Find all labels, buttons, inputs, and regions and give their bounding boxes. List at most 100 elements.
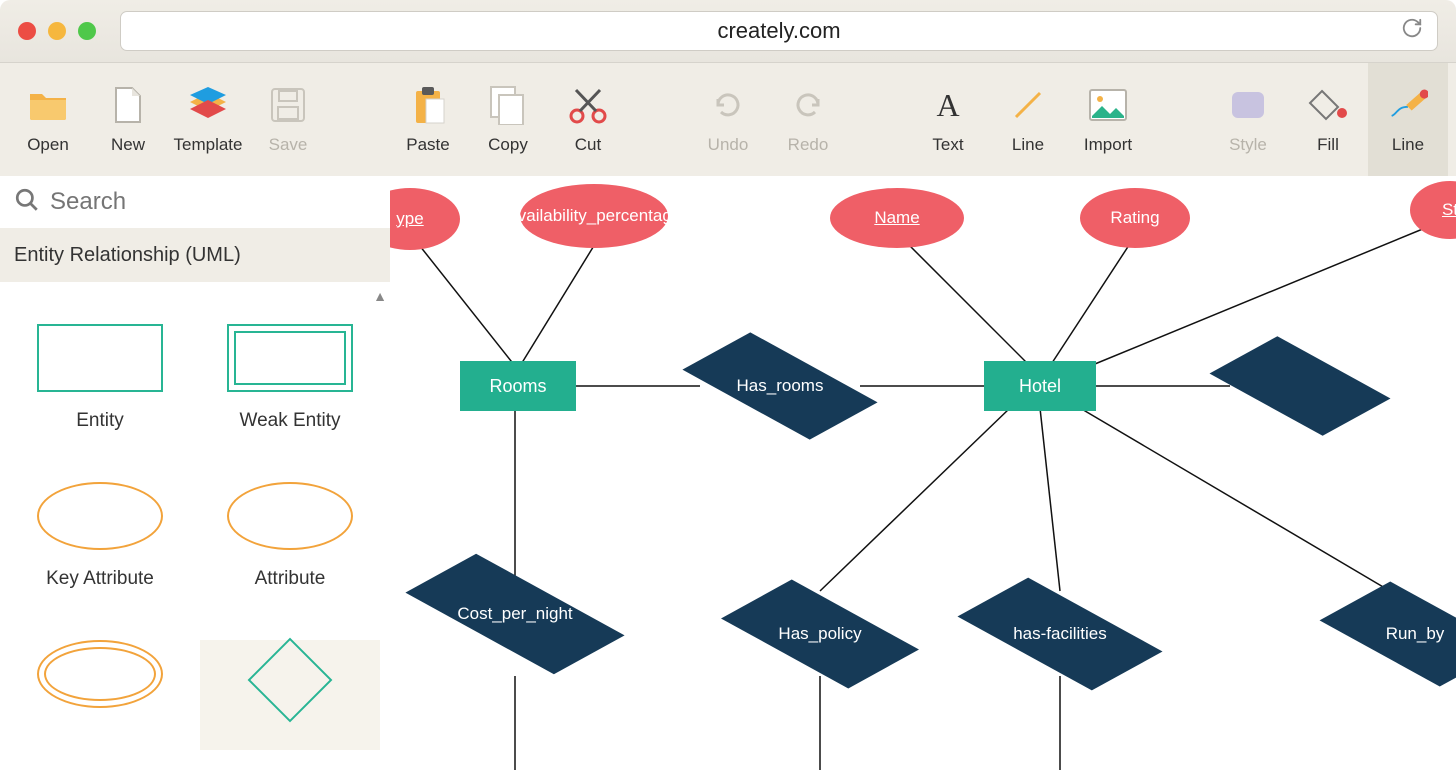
attr-label: ype [396, 210, 423, 229]
main-toolbar: Open New Template Save Paste Copy C [0, 63, 1456, 176]
undo-icon [708, 85, 748, 125]
copy-icon [488, 85, 528, 125]
paste-button[interactable]: Paste [388, 63, 468, 176]
shape-relationship[interactable] [200, 640, 380, 750]
fill-icon [1308, 85, 1348, 125]
style-icon [1228, 85, 1268, 125]
redo-label: Redo [788, 135, 829, 155]
new-file-icon [108, 85, 148, 125]
shape-attribute[interactable]: Attribute [200, 482, 380, 620]
rel-label: Run_by [1386, 624, 1445, 644]
address-bar-text: creately.com [717, 18, 840, 44]
save-icon [268, 85, 308, 125]
redo-icon [788, 85, 828, 125]
copy-label: Copy [488, 135, 528, 155]
undo-label: Undo [708, 135, 749, 155]
library-title: Entity Relationship (UML) [14, 244, 241, 267]
open-button[interactable]: Open [8, 63, 88, 176]
address-bar[interactable]: creately.com [120, 11, 1438, 51]
fill-button[interactable]: Fill [1288, 63, 1368, 176]
relationship-diamond-icon [250, 640, 330, 720]
save-button[interactable]: Save [248, 63, 328, 176]
shapes-grid: Entity Weak Entity Key Attribute Attribu… [0, 304, 390, 770]
relationship-has-rooms[interactable]: Has_rooms [690, 338, 870, 434]
scroll-up-arrow[interactable]: ▲ [372, 288, 388, 304]
attribute-rating[interactable]: Rating [1080, 188, 1190, 248]
attr-label: St [1442, 201, 1456, 220]
template-button[interactable]: Template [168, 63, 248, 176]
attr-label: Name [874, 209, 919, 228]
line-icon [1008, 85, 1048, 125]
maximize-window-button[interactable] [78, 22, 96, 40]
shape-weak-entity[interactable]: Weak Entity [200, 324, 380, 462]
import-button[interactable]: Import [1068, 63, 1148, 176]
relationship-has-policy[interactable]: Has_policy [730, 584, 910, 684]
line-style-label: Line [1392, 135, 1424, 155]
line-label: Line [1012, 135, 1044, 155]
new-button[interactable]: New [88, 63, 168, 176]
entity-rect-icon [37, 324, 163, 392]
text-label: Text [932, 135, 963, 155]
relationship-has-facilities[interactable]: has-facilities [965, 584, 1155, 684]
window-controls [18, 22, 96, 40]
pencil-line-icon [1388, 85, 1428, 125]
shape-label: Key Attribute [46, 568, 154, 590]
template-label: Template [174, 135, 243, 155]
workspace: Entity Relationship (UML) ▲ Entity Weak … [0, 176, 1456, 770]
style-label: Style [1229, 135, 1267, 155]
relationship-run-by[interactable]: Run_by [1330, 584, 1456, 684]
redo-button[interactable]: Redo [768, 63, 848, 176]
undo-button[interactable]: Undo [688, 63, 768, 176]
attribute-type[interactable]: ype [390, 188, 460, 250]
entity-label: Rooms [489, 376, 546, 397]
paste-icon [408, 85, 448, 125]
entity-rooms[interactable]: Rooms [460, 361, 576, 411]
shapes-panel: Entity Relationship (UML) ▲ Entity Weak … [0, 176, 390, 770]
entity-label: Hotel [1019, 376, 1061, 397]
line-tool-button[interactable]: Line [988, 63, 1068, 176]
scissors-icon [568, 85, 608, 125]
shape-search-row [0, 176, 390, 228]
shape-multivalued-attribute[interactable] [10, 640, 190, 750]
shape-search-input[interactable] [50, 188, 376, 216]
reload-icon[interactable] [1401, 17, 1423, 45]
attribute-availability[interactable]: Availability_percentage [520, 184, 668, 248]
attribute-name[interactable]: Name [830, 188, 964, 248]
new-label: New [111, 135, 145, 155]
import-label: Import [1084, 135, 1132, 155]
copy-button[interactable]: Copy [468, 63, 548, 176]
rel-label: Cost_per_night [457, 604, 572, 624]
template-icon [188, 85, 228, 125]
rel-label: has-facilities [1013, 624, 1107, 644]
browser-chrome: creately.com [0, 0, 1456, 63]
line-style-button[interactable]: Line [1368, 63, 1448, 176]
open-label: Open [27, 135, 69, 155]
shape-label: Attribute [255, 568, 326, 590]
relationship-is-at[interactable] [1220, 338, 1380, 434]
attribute-st[interactable]: St [1410, 181, 1456, 239]
style-button[interactable]: Style [1208, 63, 1288, 176]
rel-label: Has_policy [778, 624, 861, 644]
cut-label: Cut [575, 135, 601, 155]
entity-hotel[interactable]: Hotel [984, 361, 1096, 411]
attribute-ellipse-icon [227, 482, 353, 550]
minimize-window-button[interactable] [48, 22, 66, 40]
text-icon: A [928, 85, 968, 125]
shape-key-attribute[interactable]: Key Attribute [10, 482, 190, 620]
connector-lines [390, 176, 1456, 770]
attr-label: Rating [1110, 209, 1159, 228]
close-window-button[interactable] [18, 22, 36, 40]
save-label: Save [269, 135, 308, 155]
text-tool-button[interactable]: A Text [908, 63, 988, 176]
attr-label: Availability_percentage [507, 207, 682, 226]
shape-label: Entity [76, 410, 124, 432]
shape-entity[interactable]: Entity [10, 324, 190, 462]
key-attribute-ellipse-icon [37, 482, 163, 550]
rel-label: Has_rooms [737, 376, 824, 396]
diagram-canvas[interactable]: ype Availability_percentage Name Rating … [390, 176, 1456, 770]
relationship-cost-per-night[interactable]: Cost_per_night [410, 564, 620, 664]
shape-library-header[interactable]: Entity Relationship (UML) [0, 228, 390, 282]
cut-button[interactable]: Cut [548, 63, 628, 176]
paste-label: Paste [406, 135, 449, 155]
search-icon[interactable] [14, 187, 40, 218]
